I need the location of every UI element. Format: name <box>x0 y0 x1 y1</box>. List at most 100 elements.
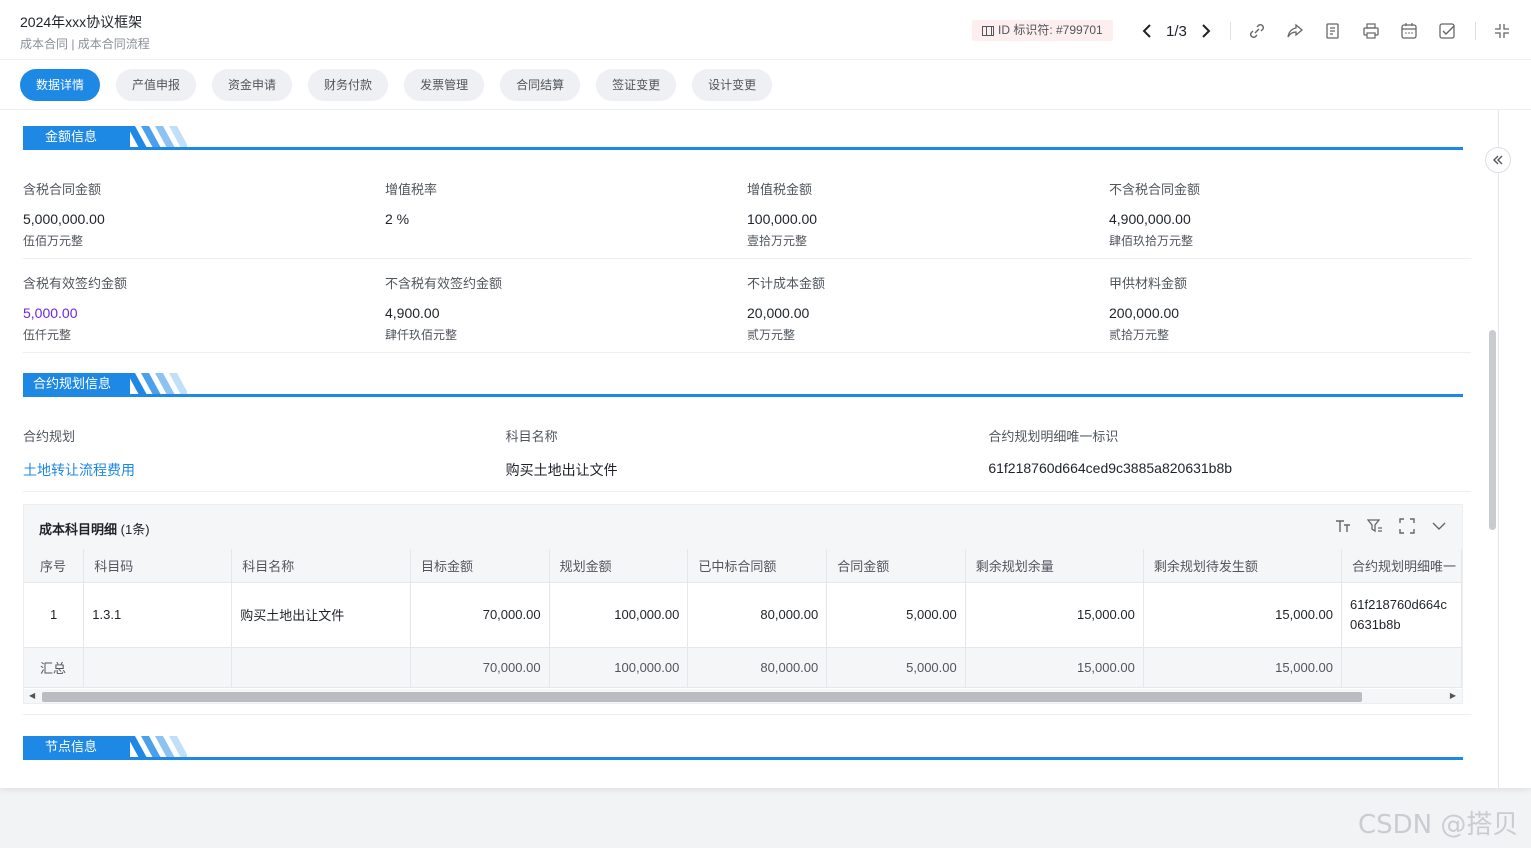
field-upper-amount: 伍仟元整 <box>23 328 72 342</box>
record-pager: 1/3 <box>1138 18 1215 44</box>
calendar-icon[interactable] <box>1399 21 1419 41</box>
id-badge[interactable]: ID 标识符: #799701 <box>972 20 1113 41</box>
section-title: 金额信息 <box>23 126 130 148</box>
field-row: 含税有效签约金额 5,000.00 伍仟元整 不含税有效签约金额 4,900.0… <box>23 259 1471 353</box>
tab-finance-payment[interactable]: 财务付款 <box>308 69 389 101</box>
field-upper-amount: 肆佰玖拾万元整 <box>1109 234 1194 248</box>
summary-cell: 100,000.00 <box>549 647 689 688</box>
section-header-node: 节点信息 <box>23 736 1463 760</box>
field-label: 合约规划明细唯一标识 <box>988 429 1119 444</box>
table-cell: 61f218760d664c 0631b8b <box>1341 582 1462 648</box>
column-header[interactable]: 目标金额 <box>410 549 550 583</box>
field-upper-amount: 伍佰万元整 <box>23 234 84 248</box>
vertical-scrollbar[interactable] <box>1489 330 1496 530</box>
table-cell: 购买土地出让文件 <box>231 582 411 648</box>
check-square-icon[interactable] <box>1437 21 1457 41</box>
double-chevron-left-icon <box>1493 155 1503 165</box>
table-row[interactable]: 1 1.3.1 购买土地出让文件 70,000.00 100,000.00 80… <box>24 582 1462 648</box>
tab-invoice-management[interactable]: 发票管理 <box>404 69 485 101</box>
column-header[interactable]: 剩余规划余量 <box>965 549 1144 583</box>
field-label: 增值税金额 <box>747 182 813 197</box>
barcode-icon <box>982 25 994 36</box>
field-label: 不含税合同金额 <box>1109 182 1201 197</box>
font-size-icon[interactable] <box>1334 517 1352 535</box>
tab-data-detail[interactable]: 数据详情 <box>20 69 101 101</box>
field-supplied-material-amount: 甲供材料金额 200,000.00 贰拾万元整 <box>1109 259 1471 352</box>
horizontal-scrollbar[interactable]: ◀ ▶ <box>24 689 1462 703</box>
column-header[interactable]: 剩余规划待发生额 <box>1143 549 1343 583</box>
tab-fund-request[interactable]: 资金申请 <box>212 69 293 101</box>
page-title: 2024年xxx协议框架 <box>20 14 143 30</box>
page-indicator: 1/3 <box>1166 22 1187 40</box>
column-header[interactable]: 合约规划明细唯一 <box>1341 549 1462 583</box>
field-row: 含税合同金额 5,000,000.00 伍佰万元整 增值税率 2 % 增值税金额… <box>23 165 1471 259</box>
field-label: 合约规划 <box>23 429 76 444</box>
detail-panel: 2024年xxx协议框架 成本合同 | 成本合同流程 ID 标识符: #7997… <box>0 0 1531 788</box>
header: 2024年xxx协议框架 成本合同 | 成本合同流程 ID 标识符: #7997… <box>0 0 1531 60</box>
table-header-row: 序号 科目码 科目名称 目标金额 规划金额 已中标合同额 合同金额 剩余规划余量… <box>24 549 1462 583</box>
table-summary-row: 汇总 70,000.00 100,000.00 80,000.00 5,000.… <box>24 647 1462 688</box>
contract-plan-link[interactable]: 土地转让流程费用 <box>23 460 506 480</box>
summary-cell <box>83 647 233 688</box>
field-pretax-signed-amount: 不含税有效签约金额 4,900.00 肆仟玖佰元整 <box>385 259 747 352</box>
column-header[interactable]: 序号 <box>24 549 85 583</box>
table-cell: 100,000.00 <box>549 582 689 648</box>
toolbar-divider <box>1230 22 1231 40</box>
summary-cell: 80,000.00 <box>687 647 828 688</box>
field-vat-amount: 增值税金额 100,000.00 壹拾万元整 <box>747 165 1109 258</box>
card-title: 成本科目明细 (1条) <box>39 519 150 538</box>
section-header-amount: 金额信息 <box>23 126 1463 150</box>
field-label: 科目名称 <box>505 429 558 444</box>
scrollbar-thumb[interactable] <box>42 692 1362 702</box>
column-header[interactable]: 合同金额 <box>826 549 966 583</box>
column-header[interactable]: 科目码 <box>83 549 233 583</box>
scroll-right-arrow-icon[interactable]: ▶ <box>1450 691 1456 700</box>
column-header[interactable]: 科目名称 <box>231 549 411 583</box>
field-subject-name: 科目名称 购买土地出让文件 <box>506 410 989 491</box>
collapse-fullscreen-icon[interactable] <box>1492 21 1512 41</box>
field-value: 4,900,000.00 <box>1109 211 1191 227</box>
share-icon[interactable] <box>1285 21 1305 41</box>
field-label: 甲供材料金额 <box>1109 276 1188 291</box>
tab-design-change[interactable]: 设计变更 <box>692 69 773 101</box>
tab-output-report[interactable]: 产值申报 <box>116 69 197 101</box>
field-vat-rate: 增值税率 2 % <box>385 165 747 258</box>
toolbar-divider <box>1475 22 1476 40</box>
watermark: CSDN @搭贝 <box>1358 810 1519 840</box>
field-upper-amount: 贰万元整 <box>747 328 796 342</box>
document-icon[interactable] <box>1323 21 1343 41</box>
cost-table-scroll: 序号 科目码 科目名称 目标金额 规划金额 已中标合同额 合同金额 剩余规划余量… <box>24 549 1462 689</box>
summary-cell: 15,000.00 <box>965 647 1144 688</box>
section-stripes-decoration <box>127 373 187 395</box>
link-icon[interactable] <box>1247 21 1267 41</box>
column-header[interactable]: 规划金额 <box>549 549 689 583</box>
header-toolbar <box>1230 18 1531 44</box>
scroll-left-arrow-icon[interactable]: ◀ <box>29 691 35 700</box>
field-label: 不计成本金额 <box>747 276 826 291</box>
tab-visa-change[interactable]: 签证变更 <box>596 69 677 101</box>
column-header[interactable]: 已中标合同额 <box>687 549 828 583</box>
field-contract-plan: 合约规划 土地转让流程费用 <box>23 410 506 491</box>
next-record-button[interactable] <box>1197 22 1215 40</box>
section-title: 合约规划信息 <box>23 373 130 395</box>
section-stripes-decoration <box>127 736 187 758</box>
field-plan-detail-uid: 合约规划明细唯一标识 61f218760d664ced9c3885a820631… <box>988 410 1471 491</box>
summary-cell <box>1341 647 1462 688</box>
field-tax-signed-amount: 含税有效签约金额 5,000.00 伍仟元整 <box>23 259 385 352</box>
expand-sidebar-button[interactable] <box>1485 147 1511 173</box>
field-label: 不含税有效签约金额 <box>385 276 503 291</box>
table-cell: 5,000.00 <box>826 582 966 648</box>
fullscreen-icon[interactable] <box>1398 517 1416 535</box>
field-value: 200,000.00 <box>1109 305 1180 321</box>
summary-cell: 15,000.00 <box>1143 647 1343 688</box>
prev-record-button[interactable] <box>1138 22 1156 40</box>
cost-detail-card: 成本科目明细 (1条) 序号 科目码 科目名称 目标金额 规划金额 已中标合同额… <box>23 504 1463 704</box>
field-tax-contract-amount: 含税合同金额 5,000,000.00 伍佰万元整 <box>23 165 385 258</box>
table-cell: 70,000.00 <box>410 582 550 648</box>
print-icon[interactable] <box>1361 21 1381 41</box>
section-stripes-decoration <box>127 126 187 148</box>
tab-contract-settlement[interactable]: 合同结算 <box>500 69 581 101</box>
chevron-down-icon[interactable] <box>1430 517 1448 535</box>
column-filter-icon[interactable] <box>1366 517 1384 535</box>
section-header-plan: 合约规划信息 <box>23 373 1463 397</box>
